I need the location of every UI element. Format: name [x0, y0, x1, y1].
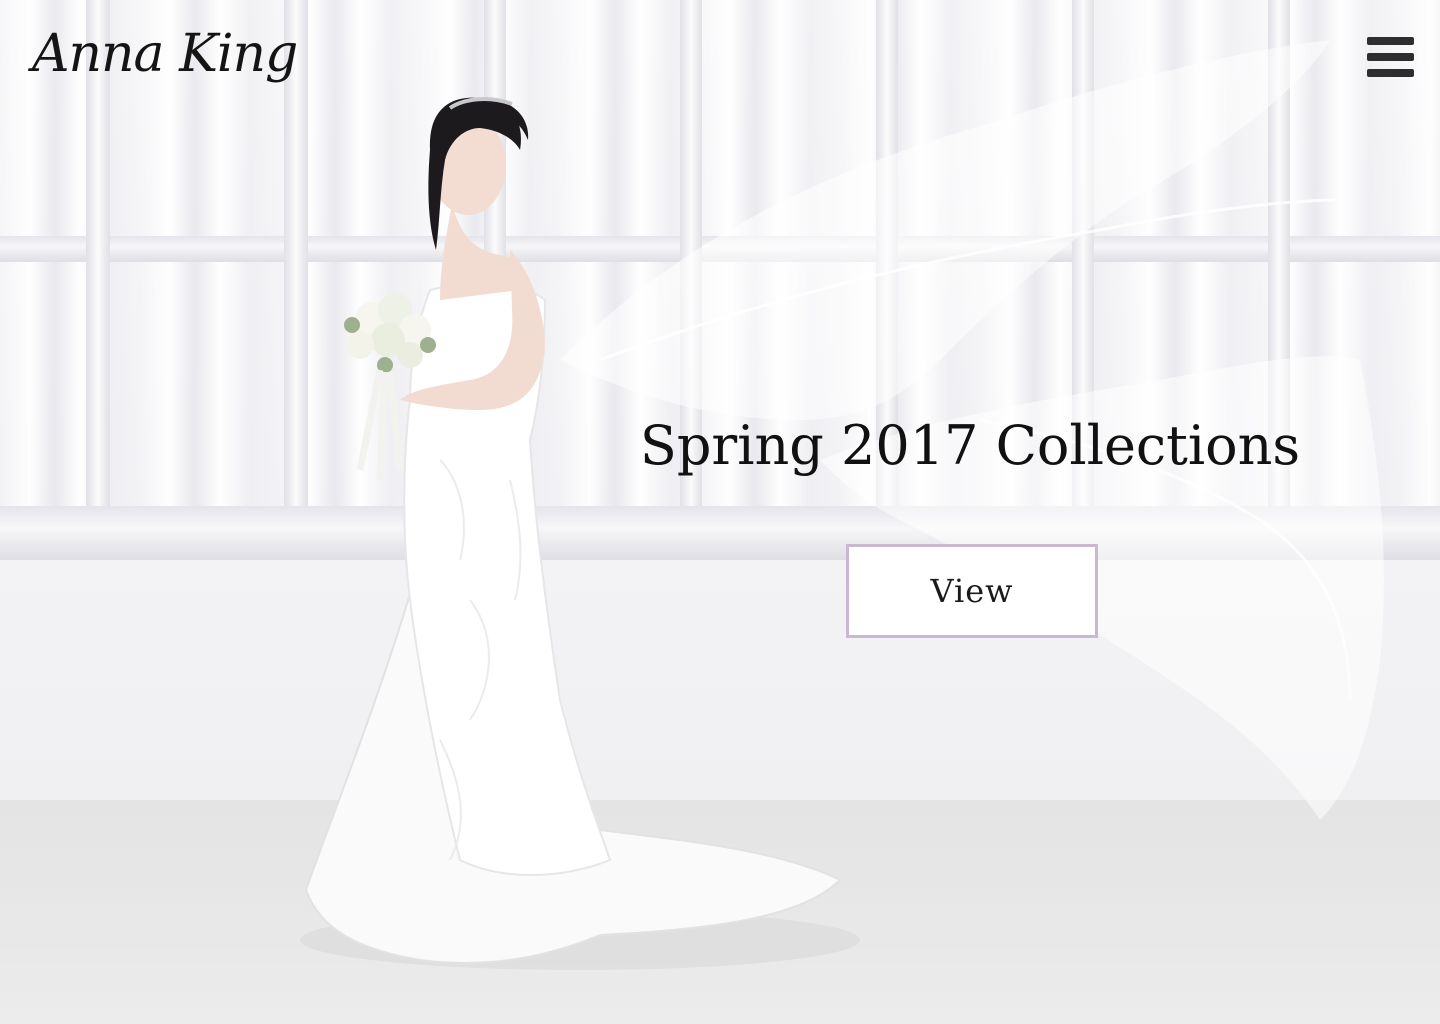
brand-logo[interactable]: Anna King: [32, 14, 298, 94]
view-collection-button[interactable]: View: [846, 544, 1098, 638]
bride-figure: [300, 97, 860, 970]
hero-headline: Spring 2017 Collections: [639, 414, 1301, 477]
menu-bar: [1367, 53, 1414, 61]
menu-bar: [1367, 69, 1414, 77]
menu-bar: [1367, 37, 1414, 45]
view-button-label: View: [930, 572, 1014, 610]
hamburger-menu-icon[interactable]: [1364, 34, 1416, 80]
hero-section: [0, 0, 1440, 1024]
